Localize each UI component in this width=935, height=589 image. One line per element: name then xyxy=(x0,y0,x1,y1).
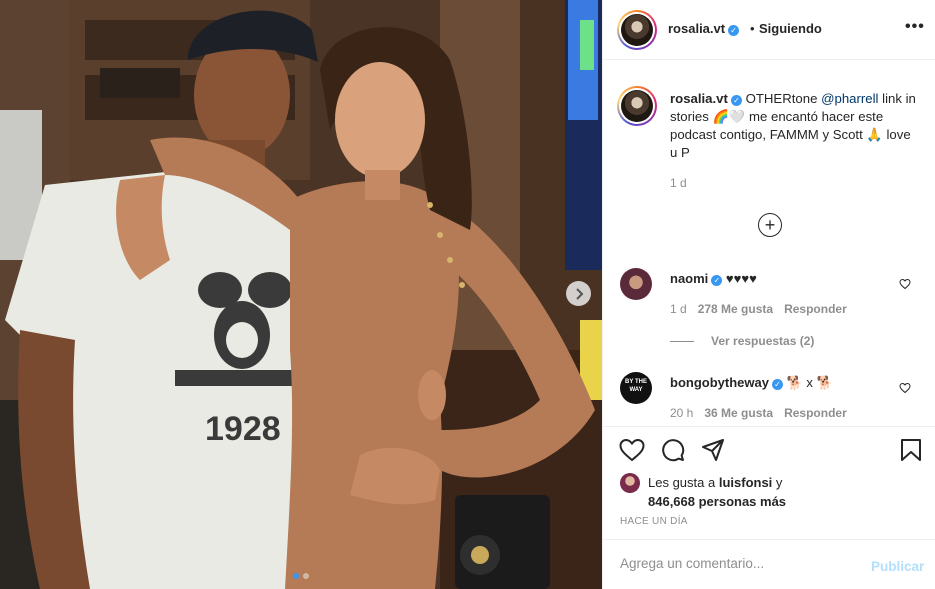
post-media[interactable]: 1928 xyxy=(0,0,602,589)
post-caption: rosalia.vt ✓ OTHERtone @pharrell link in … xyxy=(670,90,920,162)
comment-likes[interactable]: 278 Me gusta xyxy=(698,302,773,316)
comment-time[interactable]: 20 h xyxy=(670,406,693,420)
view-replies-button[interactable]: Ver respuestas (2) xyxy=(711,334,814,348)
comment-username[interactable]: bongobytheway xyxy=(670,375,769,390)
load-more-comments-icon[interactable]: + xyxy=(758,213,782,237)
likes-prefix: Les gusta a xyxy=(648,475,716,490)
chevron-right-icon xyxy=(575,287,583,300)
post-timestamp[interactable]: HACE UN DÍA xyxy=(620,516,688,527)
caption-author-avatar[interactable] xyxy=(617,86,657,126)
comment-text: bongobytheway ✓ 🐕 x 🐕 xyxy=(670,375,833,391)
likes-summary[interactable]: Les gusta a luisfonsi y 846,668 personas… xyxy=(648,473,786,511)
replies-divider xyxy=(670,341,694,342)
comment-time[interactable]: 1 d xyxy=(670,302,687,316)
carousel-dot xyxy=(303,573,309,579)
comment-username[interactable]: naomi xyxy=(670,271,708,286)
verified-badge-icon: ✓ xyxy=(771,379,783,390)
post-photo: 1928 xyxy=(0,0,602,589)
carousel-next-button[interactable] xyxy=(566,281,591,306)
author-avatar[interactable] xyxy=(617,10,657,50)
caption-timestamp[interactable]: 1 d xyxy=(670,176,687,190)
caption-text-before: OTHERtone xyxy=(745,91,818,106)
more-options-icon[interactable]: ••• xyxy=(905,18,925,36)
comment-avatar[interactable] xyxy=(620,268,652,300)
instagram-post: 1928 rosalia.vt ✓ • Siguiendo ••• rosali… xyxy=(0,0,935,589)
likes-conjunction: y xyxy=(775,475,783,490)
following-button[interactable]: Siguiendo xyxy=(759,21,822,36)
verified-badge-icon: ✓ xyxy=(711,275,723,286)
post-header: rosalia.vt ✓ • Siguiendo ••• xyxy=(603,0,935,60)
comment-avatar[interactable]: BY THE WAY xyxy=(620,372,652,404)
like-heart-icon[interactable] xyxy=(619,438,645,462)
publish-button[interactable]: Publicar xyxy=(871,559,924,574)
liker-avatar[interactable] xyxy=(620,473,640,493)
comment-likes[interactable]: 36 Me gusta xyxy=(704,406,773,420)
save-bookmark-icon[interactable] xyxy=(900,438,922,462)
comment-like-heart-icon[interactable] xyxy=(899,278,911,290)
comment-input[interactable] xyxy=(620,556,850,571)
liker-username[interactable]: luisfonsi xyxy=(719,475,772,490)
post-actions: Les gusta a luisfonsi y 846,668 personas… xyxy=(603,426,935,539)
verified-badge-icon: ✓ xyxy=(728,25,740,36)
verified-badge-icon: ✓ xyxy=(730,95,742,106)
reply-button[interactable]: Responder xyxy=(784,302,847,316)
comment-meta: 20 h 36 Me gusta Responder xyxy=(670,406,847,420)
comment-like-heart-icon[interactable] xyxy=(899,382,911,394)
share-send-icon[interactable] xyxy=(701,438,725,462)
author-username-link[interactable]: rosalia.vt ✓ xyxy=(668,21,740,36)
post-panel: rosalia.vt ✓ • Siguiendo ••• rosalia.vt ✓ … xyxy=(602,0,935,589)
shirt-graphic-text: 1928 xyxy=(205,410,281,448)
avatar-logo-text: BY THE WAY xyxy=(625,379,647,393)
comment-meta: 1 d 278 Me gusta Responder xyxy=(670,302,847,316)
author-username[interactable]: rosalia.vt xyxy=(668,21,725,36)
comment-bubble-icon[interactable] xyxy=(661,438,685,462)
comment-body: 🐕 x 🐕 xyxy=(786,375,833,390)
carousel-dot-active xyxy=(293,573,299,579)
caption-mention-link[interactable]: @pharrell xyxy=(821,91,878,106)
comments-section[interactable]: rosalia.vt ✓ OTHERtone @pharrell link in … xyxy=(603,60,935,426)
caption-username[interactable]: rosalia.vt xyxy=(670,91,728,106)
header-separator: • xyxy=(750,21,755,36)
likes-count[interactable]: 846,668 personas más xyxy=(648,494,786,509)
carousel-indicator xyxy=(293,573,309,579)
comment-body: ♥♥♥♥ xyxy=(725,271,757,286)
reply-button[interactable]: Responder xyxy=(784,406,847,420)
add-comment-bar: Publicar xyxy=(603,539,935,589)
comment-text: naomi ✓ ♥♥♥♥ xyxy=(670,271,757,286)
